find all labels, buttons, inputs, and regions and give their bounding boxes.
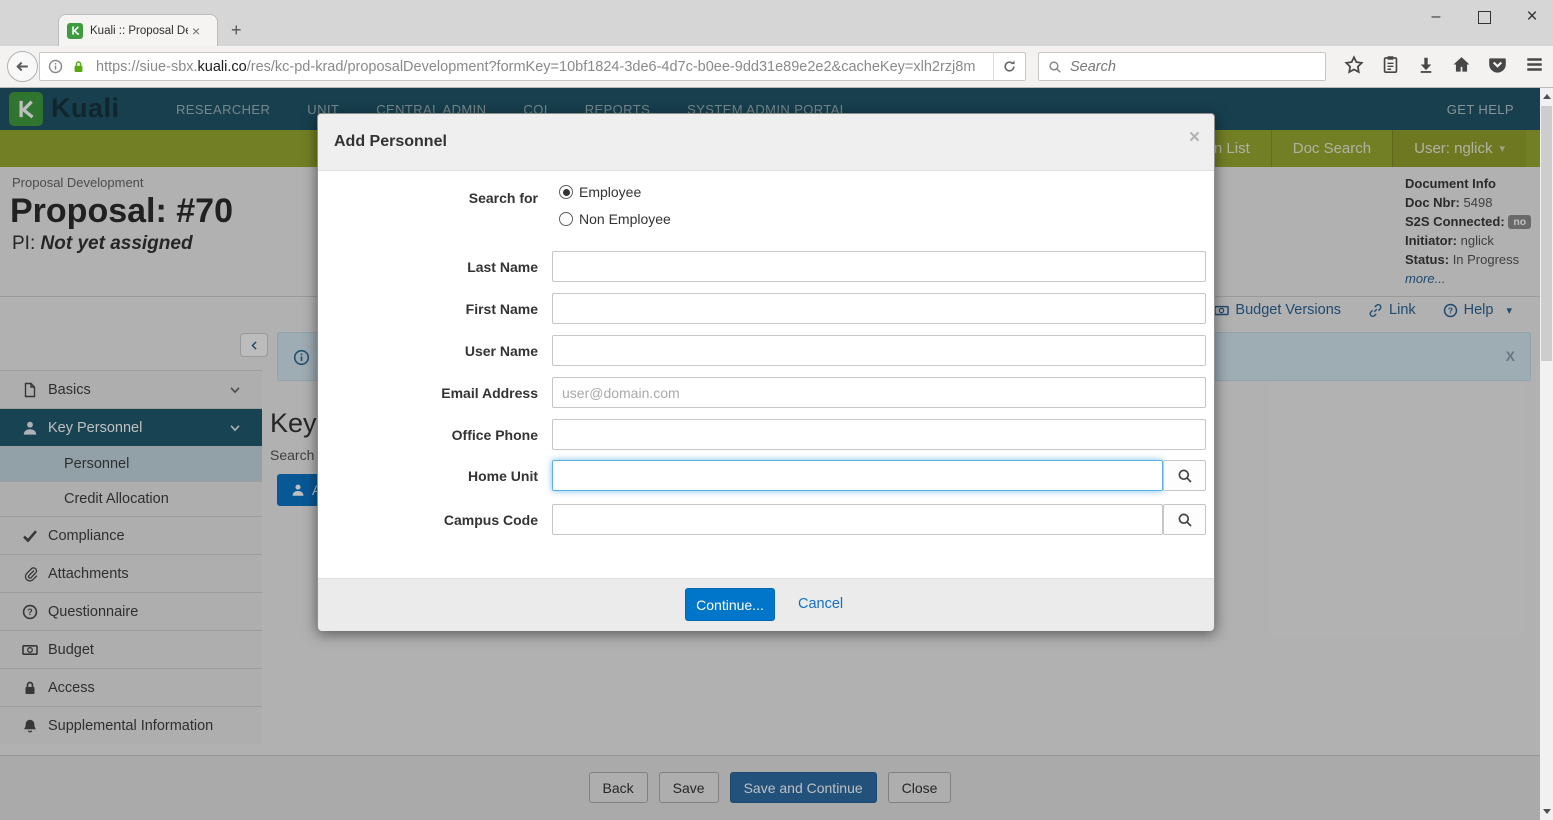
new-tab-button[interactable]: + <box>231 20 242 41</box>
continue-button[interactable]: Continue... <box>685 588 775 621</box>
campus-code-label: Campus Code <box>318 512 538 528</box>
campus-code-input[interactable] <box>552 504 1163 535</box>
first-name-label: First Name <box>318 301 538 317</box>
window-minimize-button[interactable]: – <box>1425 6 1447 28</box>
home-unit-label: Home Unit <box>318 468 538 484</box>
office-phone-label: Office Phone <box>318 427 538 443</box>
non-employee-radio-row: Non Employee <box>559 211 671 227</box>
home-unit-lookup-button[interactable] <box>1163 460 1206 491</box>
search-icon <box>1177 512 1193 528</box>
window-maximize-button[interactable] <box>1473 6 1495 28</box>
search-icon <box>1177 468 1193 484</box>
browser-tab[interactable]: Kuali :: Proposal Developme × <box>58 14 218 46</box>
downloads-icon[interactable] <box>1417 56 1435 74</box>
home-unit-input[interactable] <box>552 460 1163 491</box>
kuali-favicon-icon <box>67 23 83 39</box>
back-button[interactable] <box>7 51 38 82</box>
add-personnel-modal: Add Personnel × Search for Employee Non … <box>317 113 1215 630</box>
last-name-label: Last Name <box>318 259 538 275</box>
campus-code-lookup-button[interactable] <box>1163 504 1206 535</box>
url-bar[interactable]: https://siue-sbx.kuali.co/res/kc-pd-krad… <box>39 52 1026 81</box>
office-phone-input[interactable] <box>552 419 1206 450</box>
browser-search-box[interactable] <box>1038 52 1326 81</box>
scrollbar-thumb[interactable] <box>1541 106 1552 361</box>
scroll-down-icon[interactable] <box>1543 809 1551 814</box>
scroll-up-icon[interactable] <box>1543 94 1551 99</box>
pocket-icon[interactable] <box>1488 55 1507 74</box>
search-icon <box>1048 60 1062 74</box>
search-for-label: Search for <box>318 190 538 206</box>
reading-list-icon[interactable] <box>1381 55 1400 74</box>
browser-titlebar: Kuali :: Proposal Developme × + – × <box>0 0 1553 46</box>
back-arrow-icon <box>14 58 31 75</box>
email-address-label: Email Address <box>318 385 538 401</box>
page-info-icon[interactable] <box>48 59 63 74</box>
menu-hamburger-icon[interactable] <box>1524 54 1545 75</box>
user-name-label: User Name <box>318 343 538 359</box>
url-prefix: https://siue-sbx. <box>96 59 198 75</box>
email-address-input[interactable] <box>552 377 1206 408</box>
modal-title: Add Personnel <box>334 133 447 151</box>
url-domain: kuali.co <box>198 59 247 75</box>
last-name-input[interactable] <box>552 251 1206 282</box>
url-text: https://siue-sbx.kuali.co/res/kc-pd-krad… <box>96 59 976 75</box>
window-controls: – × <box>1425 4 1543 30</box>
https-lock-icon[interactable] <box>71 59 86 74</box>
browser-nav-toolbar: https://siue-sbx.kuali.co/res/kc-pd-krad… <box>0 46 1553 88</box>
modal-header: Add Personnel × <box>318 114 1214 171</box>
first-name-input[interactable] <box>552 293 1206 324</box>
user-name-input[interactable] <box>552 335 1206 366</box>
window-close-button[interactable]: × <box>1521 6 1543 28</box>
home-icon[interactable] <box>1452 55 1471 74</box>
maximize-icon <box>1478 11 1491 24</box>
employee-radio-row: Employee <box>559 184 641 200</box>
modal-close-icon[interactable]: × <box>1189 128 1200 147</box>
bookmark-star-icon[interactable] <box>1344 55 1364 75</box>
reload-button[interactable] <box>993 53 1025 80</box>
employee-radio-label: Employee <box>579 184 641 200</box>
non-employee-radio[interactable] <box>559 212 573 226</box>
tab-title: Kuali :: Proposal Developme <box>90 25 188 37</box>
modal-footer: Continue... Cancel <box>318 578 1214 631</box>
non-employee-radio-label: Non Employee <box>579 211 671 227</box>
browser-search-input[interactable] <box>1068 58 1302 76</box>
reload-icon <box>1002 59 1017 74</box>
cancel-link[interactable]: Cancel <box>798 596 843 612</box>
page-scrollbar[interactable] <box>1540 88 1553 820</box>
url-path: /res/kc-pd-krad/proposalDevelopment?form… <box>247 59 976 75</box>
employee-radio[interactable] <box>559 185 573 199</box>
tab-close-icon[interactable]: × <box>192 23 200 39</box>
toolbar-icons <box>1344 54 1545 75</box>
